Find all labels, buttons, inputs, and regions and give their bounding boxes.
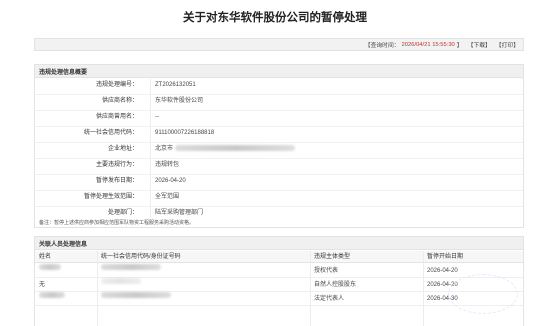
- query-time-close: 】: [456, 43, 463, 49]
- field-row-violation-number: 违规处理编号： ZT2026132051: [35, 80, 523, 91]
- address-value: 北京市: [155, 144, 295, 155]
- toolbar: 【查询时间： 2026/04/21 15:55:30 】 【下载】 【打印】: [34, 38, 524, 51]
- start-date-cell: 2026-04-20: [427, 268, 458, 274]
- field-label: 暂停发布日期：: [95, 178, 138, 184]
- field-label: 违规处理编号：: [95, 82, 138, 88]
- subject-type-cell: 授权代表: [314, 268, 339, 274]
- subject-type-cell: 自然人控股股东: [314, 282, 357, 288]
- supplier-name-value: 东华软件股份公司: [155, 98, 204, 104]
- table-header: 姓名 统一社会信用代码/身份证号码 违规主体类型 暂停开始日期: [35, 251, 523, 263]
- field-row-former-name: 供应商曾用名： --: [35, 112, 523, 123]
- redacted-name-blur: [39, 292, 65, 298]
- print-button[interactable]: 【打印】: [496, 40, 519, 49]
- field-label: 处理部门：: [107, 210, 138, 216]
- field-row-effective-scope: 暂停处理生效范围： 全军范围: [35, 192, 523, 203]
- field-row-publish-date: 暂停发布日期： 2026-04-20: [35, 176, 523, 187]
- column-header-date: 暂停开始日期: [427, 254, 464, 260]
- field-label: 主要违规行为：: [95, 162, 138, 168]
- violation-number-value: ZT2026132051: [155, 82, 196, 88]
- remark-note: 备注：暂停上述供应商参加相应范围军队物资工程服务采购活动资格。: [39, 220, 195, 226]
- field-row-main-violation: 主要违规行为： 违规转包: [35, 160, 523, 171]
- credit-code-value: 911100007226188818: [155, 130, 215, 136]
- field-row-address: 企业地址： 北京市: [35, 144, 523, 155]
- download-button[interactable]: 【下载】: [468, 40, 491, 49]
- effective-scope-value: 全军范围: [155, 194, 180, 200]
- field-label: 统一社会信用代码：: [83, 130, 138, 136]
- related-persons-panel: 关联人员处理信息 姓名 统一社会信用代码/身份证号码 违规主体类型 暂停开始日期…: [34, 236, 524, 326]
- redacted-id-blur: [101, 292, 171, 298]
- former-name-value: --: [155, 114, 159, 120]
- redacted-address-blur: [174, 145, 295, 152]
- redacted-id-blur: [101, 278, 141, 284]
- column-header-id: 统一社会信用代码/身份证号码: [101, 254, 181, 260]
- query-time-label: 【查询时间：: [364, 43, 400, 49]
- address-city: 北京市: [155, 146, 174, 152]
- field-row-department: 处理部门： 陆军采购管理部门: [35, 208, 523, 219]
- person-name-cell: 无: [39, 282, 46, 288]
- main-violation-value: 违规转包: [155, 162, 180, 168]
- query-time-value: 2026/04/21 15:55:30: [401, 41, 455, 48]
- redacted-name-blur: [39, 264, 61, 270]
- department-value: 陆军采购管理部门: [155, 210, 204, 216]
- violation-summary-header: 违规处理信息概要: [35, 65, 523, 78]
- table-row: 授权代表 2026-04-20: [35, 264, 523, 278]
- stamp-watermark: [448, 274, 518, 314]
- field-label: 供应商曾用名：: [95, 114, 138, 120]
- field-row-supplier-name: 供应商名称： 东华软件股份公司: [35, 96, 523, 107]
- publish-date-value: 2026-04-20: [155, 178, 186, 184]
- violation-summary-panel: 违规处理信息概要 违规处理编号： ZT2026132051 供应商名称： 东华软…: [34, 64, 524, 228]
- column-header-name: 姓名: [39, 254, 52, 260]
- field-label: 企业地址：: [107, 146, 138, 152]
- redacted-id-blur: [101, 264, 161, 270]
- field-label: 供应商名称：: [101, 98, 138, 104]
- page-title: 关于对东华软件股份公司的暂停处理: [183, 12, 367, 24]
- field-row-credit-code: 统一社会信用代码： 911100007226188818: [35, 128, 523, 139]
- column-header-type: 违规主体类型: [314, 254, 351, 260]
- field-label: 暂停处理生效范围：: [83, 194, 138, 200]
- subject-type-cell: 法定代表人: [314, 296, 345, 302]
- related-persons-header: 关联人员处理信息: [35, 237, 523, 250]
